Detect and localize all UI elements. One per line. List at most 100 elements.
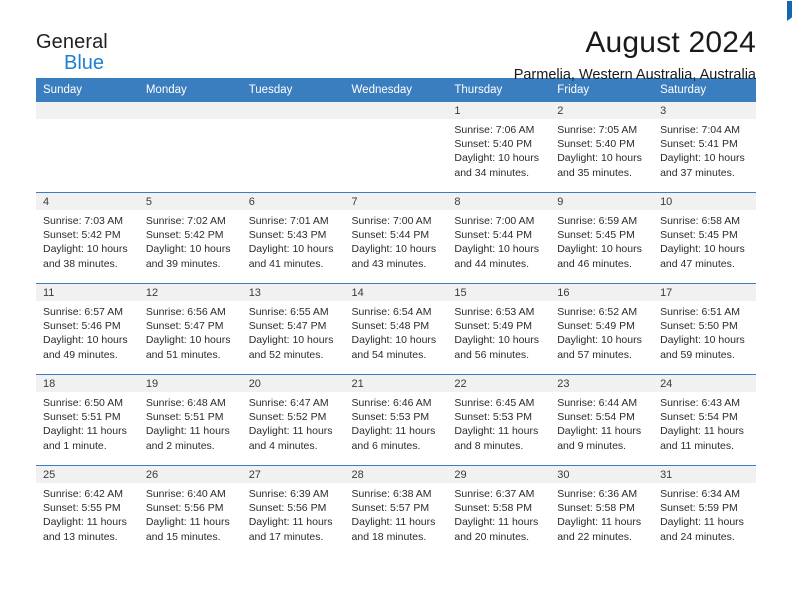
calendar-day-cell[interactable]: 3 Sunrise: 7:04 AM Sunset: 5:41 PM Daylight… bbox=[653, 102, 756, 193]
calendar-page: General Blue August 2024 Parmelia, Weste… bbox=[0, 0, 792, 612]
calendar-day-cell[interactable]: 12 Sunrise: 6:56 AM Sunset: 5:47 PM Dayligh… bbox=[138, 283, 242, 375]
calendar-day-cell[interactable]: 30 Sunrise: 6:36 AM Sunset: 5:58 PM Dayligh… bbox=[550, 465, 654, 556]
calendar-day-cell[interactable]: 25 Sunrise: 6:42 AM Sunset: 5:55 PM Dayligh… bbox=[36, 465, 139, 556]
calendar-day-cell[interactable]: 10 Sunrise: 6:58 AM Sunset: 5:45 PM Dayligh… bbox=[653, 192, 756, 284]
calendar-day-cell[interactable]: 14 Sunrise: 6:54 AM Sunset: 5:48 PM Dayligh… bbox=[344, 283, 448, 375]
calendar-day-cell[interactable]: 2 Sunrise: 7:05 AM Sunset: 5:40 PM Daylight… bbox=[550, 102, 654, 193]
day-details: Sunrise: 7:05 AM Sunset: 5:40 PM Daylight:… bbox=[550, 119, 653, 180]
day-details: Sunrise: 6:37 AM Sunset: 5:58 PM Daylight:… bbox=[447, 483, 550, 544]
calendar-day-cell[interactable]: 5 Sunrise: 7:02 AM Sunset: 5:42 PM Daylight… bbox=[138, 192, 242, 284]
day-number: 23 bbox=[550, 375, 654, 392]
calendar-day-cell[interactable]: 15 Sunrise: 6:53 AM Sunset: 5:49 PM Dayligh… bbox=[447, 283, 551, 375]
sunset-time: Sunset: 5:41 PM bbox=[660, 138, 738, 151]
day-number: 1 bbox=[447, 102, 551, 119]
sunset-time: Sunset: 5:45 PM bbox=[557, 229, 635, 242]
day-number: 21 bbox=[344, 375, 448, 392]
calendar-day-cell[interactable]: 27 Sunrise: 6:39 AM Sunset: 5:56 PM Dayligh… bbox=[241, 465, 345, 556]
daylight-duration-line1: Daylight: 11 hours bbox=[660, 516, 744, 529]
sunset-time: Sunset: 5:59 PM bbox=[660, 502, 738, 515]
calendar-day-cell[interactable]: 26 Sunrise: 6:40 AM Sunset: 5:56 PM Dayligh… bbox=[138, 465, 242, 556]
title-block: August 2024 Parmelia, Western Australia,… bbox=[514, 26, 756, 85]
daylight-duration-line2: and 4 minutes. bbox=[248, 439, 318, 452]
calendar-day-cell[interactable]: 1 Sunrise: 7:06 AM Sunset: 5:40 PM Daylight… bbox=[447, 102, 551, 193]
sunset-time: Sunset: 5:51 PM bbox=[43, 411, 121, 424]
day-details: Sunrise: 6:51 AM Sunset: 5:50 PM Daylight:… bbox=[653, 301, 756, 362]
calendar-day-cell[interactable]: 6 Sunrise: 7:01 AM Sunset: 5:43 PM Daylight… bbox=[241, 192, 345, 284]
sunrise-time: Sunrise: 7:06 AM bbox=[454, 124, 535, 136]
calendar-day-cell[interactable]: 31 Sunrise: 6:34 AM Sunset: 5:59 PM Dayligh… bbox=[653, 465, 756, 556]
sunrise-time: Sunrise: 6:38 AM bbox=[351, 488, 432, 500]
calendar-week-row: 25 Sunrise: 6:42 AM Sunset: 5:55 PM Dayligh… bbox=[36, 465, 756, 556]
sunset-time: Sunset: 5:44 PM bbox=[454, 229, 533, 242]
day-details: Sunrise: 6:54 AM Sunset: 5:48 PM Daylight:… bbox=[345, 301, 448, 362]
calendar-day-cell[interactable]: 13 Sunrise: 6:55 AM Sunset: 5:47 PM Dayligh… bbox=[241, 283, 345, 375]
daylight-duration-line2: and 43 minutes. bbox=[351, 257, 427, 270]
sunrise-time: Sunrise: 7:01 AM bbox=[248, 215, 329, 227]
daylight-duration-line1: Daylight: 11 hours bbox=[351, 516, 436, 529]
day-details: Sunrise: 7:00 AM Sunset: 5:44 PM Daylight:… bbox=[447, 210, 550, 271]
calendar-week-row: 11 Sunrise: 6:57 AM Sunset: 5:46 PM Dayligh… bbox=[36, 283, 756, 375]
calendar-day-cell[interactable]: 29 Sunrise: 6:37 AM Sunset: 5:58 PM Dayligh… bbox=[447, 465, 551, 556]
weekday-header-wednesday: Wednesday bbox=[344, 78, 448, 102]
sunrise-time: Sunrise: 6:39 AM bbox=[248, 488, 329, 500]
day-number: 17 bbox=[653, 284, 756, 301]
day-number: 3 bbox=[653, 102, 756, 119]
daylight-duration-line1: Daylight: 10 hours bbox=[660, 243, 745, 256]
sunset-time: Sunset: 5:57 PM bbox=[351, 502, 430, 515]
daylight-duration-line2: and 56 minutes. bbox=[454, 348, 530, 361]
calendar-day-cell[interactable]: 22 Sunrise: 6:45 AM Sunset: 5:53 PM Dayligh… bbox=[447, 374, 551, 466]
calendar-day-cell-empty bbox=[241, 102, 345, 193]
calendar-day-cell[interactable]: 7 Sunrise: 7:00 AM Sunset: 5:44 PM Daylight… bbox=[344, 192, 448, 284]
calendar-day-cell[interactable]: 18 Sunrise: 6:50 AM Sunset: 5:51 PM Dayligh… bbox=[36, 374, 139, 466]
calendar-table: Sunday Monday Tuesday Wednesday Thursday… bbox=[36, 78, 756, 556]
day-details: Sunrise: 7:03 AM Sunset: 5:42 PM Daylight:… bbox=[36, 210, 139, 271]
daylight-duration-line1: Daylight: 10 hours bbox=[248, 334, 334, 347]
daylight-duration-line2: and 39 minutes. bbox=[145, 257, 221, 270]
sunset-time: Sunset: 5:54 PM bbox=[660, 411, 738, 424]
day-number: 22 bbox=[447, 375, 551, 392]
day-details: Sunrise: 7:02 AM Sunset: 5:42 PM Daylight:… bbox=[139, 210, 242, 271]
day-details: Sunrise: 6:36 AM Sunset: 5:58 PM Daylight:… bbox=[550, 483, 653, 544]
day-details: Sunrise: 6:45 AM Sunset: 5:53 PM Daylight:… bbox=[447, 392, 550, 453]
sunset-time: Sunset: 5:55 PM bbox=[43, 502, 121, 515]
calendar-day-cell[interactable]: 28 Sunrise: 6:38 AM Sunset: 5:57 PM Dayligh… bbox=[344, 465, 448, 556]
day-number: 7 bbox=[344, 193, 448, 210]
daylight-duration-line2: and 52 minutes. bbox=[248, 348, 324, 361]
calendar-day-cell[interactable]: 4 Sunrise: 7:03 AM Sunset: 5:42 PM Daylight… bbox=[36, 192, 139, 284]
sunrise-time: Sunrise: 6:57 AM bbox=[43, 306, 123, 318]
day-number: 8 bbox=[447, 193, 551, 210]
calendar-day-cell[interactable]: 17 Sunrise: 6:51 AM Sunset: 5:50 PM Dayligh… bbox=[653, 283, 756, 375]
day-number: 11 bbox=[36, 284, 139, 301]
calendar-day-cell[interactable]: 16 Sunrise: 6:52 AM Sunset: 5:49 PM Dayligh… bbox=[550, 283, 654, 375]
day-number: 9 bbox=[550, 193, 654, 210]
sunset-time: Sunset: 5:49 PM bbox=[454, 320, 533, 333]
daylight-duration-line2: and 34 minutes. bbox=[454, 166, 530, 179]
calendar-day-cell[interactable]: 20 Sunrise: 6:47 AM Sunset: 5:52 PM Dayligh… bbox=[241, 374, 345, 466]
day-details: Sunrise: 6:56 AM Sunset: 5:47 PM Daylight:… bbox=[139, 301, 242, 362]
logo-text-general: General bbox=[36, 31, 108, 53]
calendar-day-cell-empty bbox=[138, 102, 242, 193]
calendar-day-cell[interactable]: 8 Sunrise: 7:00 AM Sunset: 5:44 PM Daylight… bbox=[447, 192, 551, 284]
sunrise-time: Sunrise: 6:53 AM bbox=[454, 306, 535, 318]
day-number: 29 bbox=[447, 466, 551, 483]
day-details: Sunrise: 6:44 AM Sunset: 5:54 PM Daylight:… bbox=[550, 392, 653, 453]
day-number: 5 bbox=[138, 193, 242, 210]
day-number bbox=[241, 102, 345, 119]
calendar-day-cell[interactable]: 23 Sunrise: 6:44 AM Sunset: 5:54 PM Dayligh… bbox=[550, 374, 654, 466]
daylight-duration-line2: and 49 minutes. bbox=[43, 348, 118, 361]
calendar-day-cell[interactable]: 21 Sunrise: 6:46 AM Sunset: 5:53 PM Dayligh… bbox=[344, 374, 448, 466]
sunrise-time: Sunrise: 6:59 AM bbox=[557, 215, 638, 227]
daylight-duration-line1: Daylight: 11 hours bbox=[557, 516, 642, 529]
calendar-day-cell[interactable]: 24 Sunrise: 6:43 AM Sunset: 5:54 PM Dayligh… bbox=[653, 374, 756, 466]
sunrise-time: Sunrise: 6:54 AM bbox=[351, 306, 432, 318]
sunrise-time: Sunrise: 7:00 AM bbox=[454, 215, 535, 227]
sunset-time: Sunset: 5:53 PM bbox=[454, 411, 533, 424]
calendar-day-cell[interactable]: 11 Sunrise: 6:57 AM Sunset: 5:46 PM Dayligh… bbox=[36, 283, 139, 375]
sunrise-time: Sunrise: 6:50 AM bbox=[43, 397, 123, 409]
day-number: 18 bbox=[36, 375, 139, 392]
calendar-day-cell[interactable]: 19 Sunrise: 6:48 AM Sunset: 5:51 PM Dayligh… bbox=[138, 374, 242, 466]
day-details: Sunrise: 6:53 AM Sunset: 5:49 PM Daylight:… bbox=[447, 301, 550, 362]
calendar-day-cell[interactable]: 9 Sunrise: 6:59 AM Sunset: 5:45 PM Daylight… bbox=[550, 192, 654, 284]
calendar-day-cell-empty bbox=[36, 102, 139, 193]
sunrise-time: Sunrise: 6:45 AM bbox=[454, 397, 535, 409]
